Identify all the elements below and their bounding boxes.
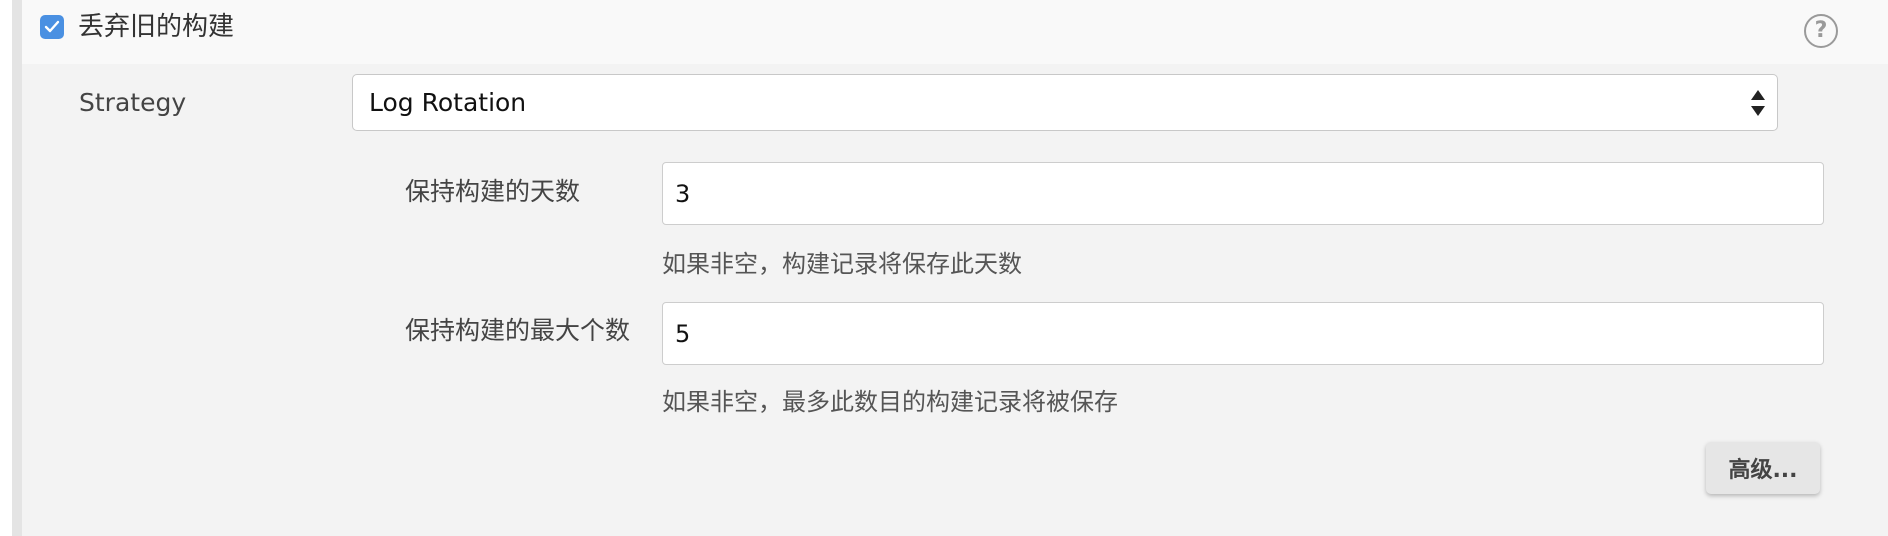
strategy-select[interactable]: Log Rotation	[352, 74, 1778, 131]
max-builds-label: 保持构建的最大个数	[405, 316, 631, 345]
strategy-label: Strategy	[79, 88, 187, 117]
left-border	[12, 0, 22, 536]
days-to-keep-hint: 如果非空，构建记录将保存此天数	[662, 250, 1022, 278]
advanced-button[interactable]: 高级...	[1706, 442, 1820, 494]
discard-old-builds-section: 丢弃旧的构建 ? Strategy Log Rotation 保持构建的天数 如…	[22, 0, 1888, 536]
help-icon[interactable]: ?	[1804, 14, 1838, 48]
days-to-keep-label: 保持构建的天数	[405, 177, 581, 206]
section-header: 丢弃旧的构建 ?	[22, 0, 1888, 64]
discard-old-builds-checkbox[interactable]	[40, 15, 64, 39]
checkmark-icon	[44, 20, 60, 33]
max-builds-input[interactable]	[662, 302, 1824, 365]
select-arrows-icon	[1751, 90, 1765, 116]
discard-old-builds-label[interactable]: 丢弃旧的构建	[78, 10, 234, 44]
days-to-keep-input[interactable]	[662, 162, 1824, 225]
strategy-selected-value: Log Rotation	[369, 88, 527, 117]
max-builds-hint: 如果非空，最多此数目的构建记录将被保存	[662, 388, 1118, 416]
